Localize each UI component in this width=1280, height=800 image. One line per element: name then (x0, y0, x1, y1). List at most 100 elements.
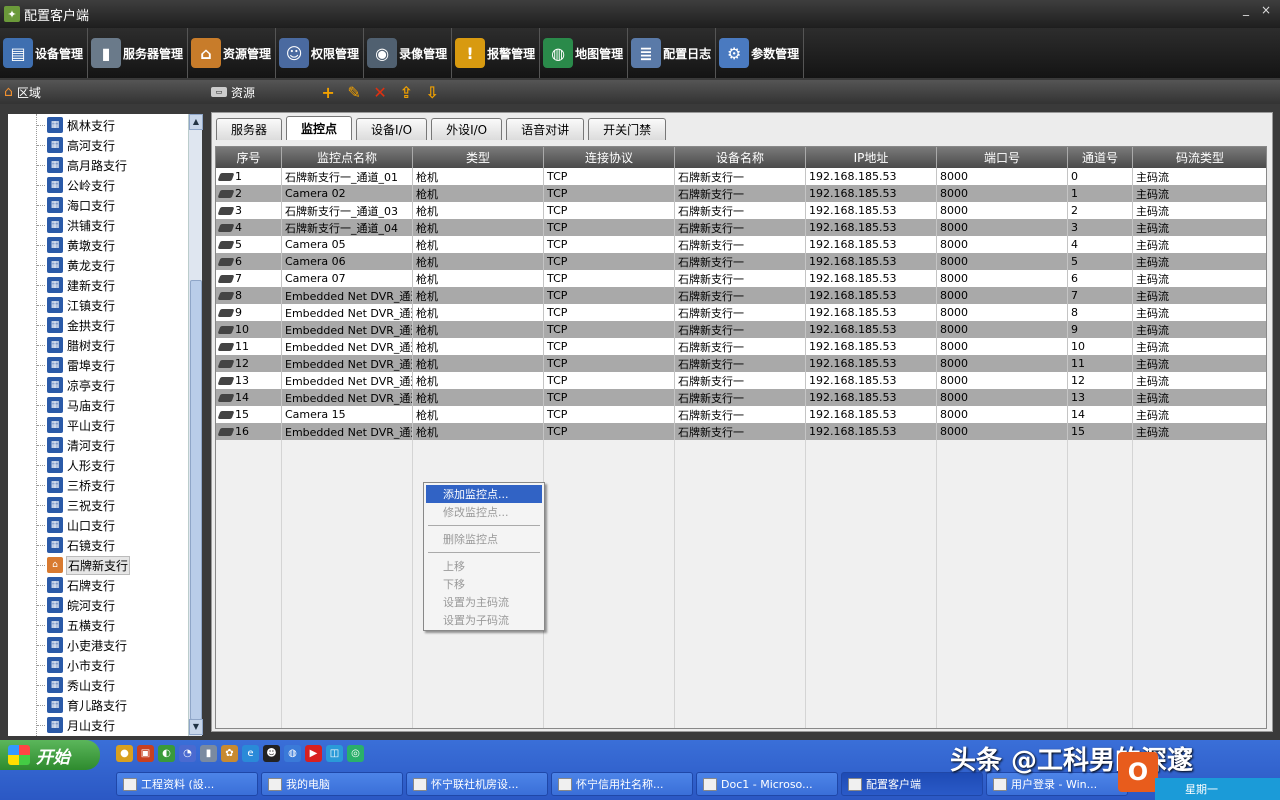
toolbar-button-3[interactable]: ☺ 权限管理 (276, 28, 365, 78)
quick-launch-icon[interactable]: ◍ (284, 745, 301, 762)
tree-item[interactable]: ⌂ 石牌新支行 (8, 555, 131, 575)
column-header[interactable]: 通道号 (1068, 147, 1133, 168)
table-row[interactable]: 4 石牌新支行一_通道_04 枪机 TCP 石牌新支行一 192.168.185.53 80… (216, 219, 1266, 236)
quick-launch-icon[interactable]: ✿ (221, 745, 238, 762)
taskbar-task[interactable]: 怀宁联社机房设... (406, 772, 548, 796)
column-header[interactable]: 码流类型 (1133, 147, 1266, 168)
toolbar-button-8[interactable]: ⚙ 参数管理 (716, 28, 805, 78)
tree-item[interactable]: ▦ 三桥支行 (8, 475, 116, 495)
minimize-button[interactable]: _ (1238, 3, 1254, 15)
column-header[interactable]: 设备名称 (675, 147, 806, 168)
tree-item[interactable]: ▦ 金拱支行 (8, 315, 116, 335)
quick-launch-icon[interactable]: ▣ (137, 745, 154, 762)
close-button[interactable]: × (1258, 3, 1274, 17)
add-icon[interactable]: + (315, 81, 341, 103)
toolbar-button-4[interactable]: ◉ 录像管理 (364, 28, 453, 78)
toolbar-button-0[interactable]: ▤ 设备管理 (0, 28, 89, 78)
tab-0[interactable]: 服务器 (216, 118, 283, 140)
tree-item[interactable]: ▦ 小市支行 (8, 655, 116, 675)
tab-2[interactable]: 设备I/O (356, 118, 428, 140)
tree-item[interactable]: ▦ 枫林支行 (8, 115, 116, 135)
tab-4[interactable]: 语音对讲 (506, 118, 585, 140)
browser-icon[interactable]: e (242, 745, 259, 762)
column-header[interactable]: 监控点名称 (282, 147, 413, 168)
table-row[interactable]: 2 Camera 02 枪机 TCP 石牌新支行一 192.168.185.53 8000 1… (216, 185, 1266, 202)
tree-item[interactable]: ▦ 秀山支行 (8, 675, 116, 695)
table-row[interactable]: 11 Embedded Net DVR_通道_ 枪机 TCP 石牌新支行一 192.168… (216, 338, 1266, 355)
media-player-icon[interactable]: ▶ (305, 745, 322, 762)
quick-launch-icon[interactable]: ▮ (200, 745, 217, 762)
taskbar-task[interactable]: Doc1 - Microso... (696, 772, 838, 796)
toolbar-button-5[interactable]: ! 报警管理 (452, 28, 541, 78)
tree-item[interactable]: ▦ 高河支行 (8, 135, 116, 155)
scroll-up-arrow-icon[interactable]: ▲ (189, 114, 203, 130)
table-row[interactable]: 7 Camera 07 枪机 TCP 石牌新支行一 192.168.185.53 8000 6… (216, 270, 1266, 287)
edit-icon[interactable]: ✎ (341, 81, 367, 103)
table-row[interactable]: 8 Embedded Net DVR_通道_ 枪机 TCP 石牌新支行一 192.168.… (216, 287, 1266, 304)
table-row[interactable]: 9 Embedded Net DVR_通道_ 枪机 TCP 石牌新支行一 192.168.… (216, 304, 1266, 321)
tree-item[interactable]: ▦ 雷埠支行 (8, 355, 116, 375)
taskbar-task[interactable]: 怀宁信用社名称... (551, 772, 693, 796)
column-header[interactable]: 连接协议 (544, 147, 675, 168)
tree-item[interactable]: ▦ 清河支行 (8, 435, 116, 455)
table-row[interactable]: 3 石牌新支行一_通道_03 枪机 TCP 石牌新支行一 192.168.185.53 80… (216, 202, 1266, 219)
tree-item[interactable]: ▦ 五横支行 (8, 615, 116, 635)
quick-launch-icon[interactable]: ◫ (326, 745, 343, 762)
quick-launch-icon[interactable]: ◎ (347, 745, 364, 762)
table-row[interactable]: 12 Embedded Net DVR_通道_ 枪机 TCP 石牌新支行一 192.168… (216, 355, 1266, 372)
import-icon[interactable]: ⇪ (393, 81, 419, 103)
quick-launch-icon[interactable]: ● (116, 745, 133, 762)
tree-item[interactable]: ▦ 小吏港支行 (8, 635, 128, 655)
column-header[interactable]: IP地址 (806, 147, 937, 168)
quick-launch-icon[interactable]: ◔ (179, 745, 196, 762)
table-row[interactable]: 10 Embedded Net DVR_通道_ 枪机 TCP 石牌新支行一 192.168… (216, 321, 1266, 338)
table-row[interactable]: 15 Camera 15 枪机 TCP 石牌新支行一 192.168.185.53 8000… (216, 406, 1266, 423)
tab-5[interactable]: 开关门禁 (588, 118, 667, 140)
scroll-thumb[interactable] (190, 280, 202, 720)
scroll-down-arrow-icon[interactable]: ▼ (189, 719, 203, 735)
taskbar-task[interactable]: 工程资料 (設... (116, 772, 258, 796)
tree-item[interactable]: ▦ 高月路支行 (8, 155, 128, 175)
table-row[interactable]: 13 Embedded Net DVR_通道_ 枪机 TCP 石牌新支行一 192.168… (216, 372, 1266, 389)
taskbar-task[interactable]: 我的电脑 (261, 772, 403, 796)
table-row[interactable]: 6 Camera 06 枪机 TCP 石牌新支行一 192.168.185.53 8000 5… (216, 253, 1266, 270)
toolbar-button-1[interactable]: ▮ 服务器管理 (88, 28, 189, 78)
context-menu-item[interactable]: 添加监控点... (426, 485, 542, 503)
tree-item[interactable]: ▦ 皖河支行 (8, 595, 116, 615)
tab-1[interactable]: 监控点 (286, 116, 353, 140)
export-icon[interactable]: ⇩ (419, 81, 445, 103)
table-row[interactable]: 5 Camera 05 枪机 TCP 石牌新支行一 192.168.185.53 8000 4… (216, 236, 1266, 253)
tree-item[interactable]: ▦ 黄龙支行 (8, 255, 116, 275)
column-header[interactable]: 类型 (413, 147, 544, 168)
delete-icon[interactable]: ✕ (367, 81, 393, 103)
tree-item[interactable]: ▦ 三祝支行 (8, 495, 116, 515)
quick-launch-icon[interactable]: ◐ (158, 745, 175, 762)
tree-scrollbar[interactable]: ▲ ▼ (188, 114, 203, 736)
tree-item[interactable]: ▦ 马庙支行 (8, 395, 116, 415)
tree-item[interactable]: ▦ 月山支行 (8, 715, 116, 735)
table-row[interactable]: 1 石牌新支行一_通道_01 枪机 TCP 石牌新支行一 192.168.185.53 80… (216, 168, 1266, 185)
tree-item[interactable]: ▦ 人形支行 (8, 455, 116, 475)
tree-item[interactable]: ▦ 石镜支行 (8, 535, 116, 555)
start-button[interactable]: 开始 (0, 740, 100, 770)
tree-item[interactable]: ▦ 海口支行 (8, 195, 116, 215)
tree-item[interactable]: ▦ 建新支行 (8, 275, 116, 295)
tree-item[interactable]: ▦ 洪铺支行 (8, 215, 116, 235)
toolbar-button-7[interactable]: ≣ 配置日志 (628, 28, 717, 78)
toolbar-button-2[interactable]: ⌂ 资源管理 (188, 28, 277, 78)
tree-item[interactable]: ▦ 公岭支行 (8, 175, 116, 195)
tree-item[interactable]: ▦ 腊树支行 (8, 335, 116, 355)
column-header[interactable]: 端口号 (937, 147, 1068, 168)
tree-item[interactable]: ▦ 江镇支行 (8, 295, 116, 315)
column-header[interactable]: 序号 (216, 147, 282, 168)
table-row[interactable]: 16 Embedded Net DVR_通道_ 枪机 TCP 石牌新支行一 192.168… (216, 423, 1266, 440)
tree-item[interactable]: ▦ 石牌支行 (8, 575, 116, 595)
table-row[interactable]: 14 Embedded Net DVR_通道_ 枪机 TCP 石牌新支行一 192.168… (216, 389, 1266, 406)
tree-item[interactable]: ▦ 凉亭支行 (8, 375, 116, 395)
tree-item[interactable]: ▦ 平山支行 (8, 415, 116, 435)
area-tree[interactable]: ▦ 枫林支行 ▦ 高河支行 ▦ 高月路支行 ▦ 公岭支行 ▦ 海口支行 ▦ 洪铺支行 ▦ 黄墩支行 ▦ 黄龙支… (8, 114, 188, 736)
tree-item[interactable]: ▦ 育儿路支行 (8, 695, 128, 715)
tree-item[interactable]: ▦ 山口支行 (8, 515, 116, 535)
tree-item[interactable]: ▦ 黄墩支行 (8, 235, 116, 255)
qq-icon[interactable]: ☻ (263, 745, 280, 762)
